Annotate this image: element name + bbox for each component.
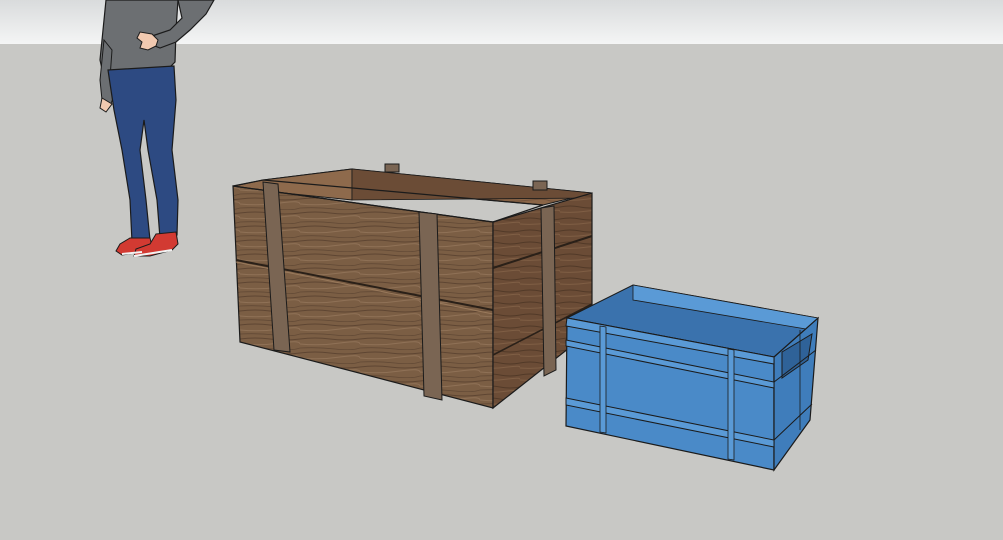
model-viewport[interactable] — [0, 0, 1003, 540]
blue-crate-vrib-left — [599, 325, 607, 434]
blue-crate-vrib-right — [727, 348, 735, 461]
crate-top-lug-right — [532, 180, 548, 191]
crate-top-lug-left — [384, 163, 400, 173]
scene-canvas[interactable] — [0, 0, 1003, 540]
crate-strap-3 — [540, 205, 557, 377]
